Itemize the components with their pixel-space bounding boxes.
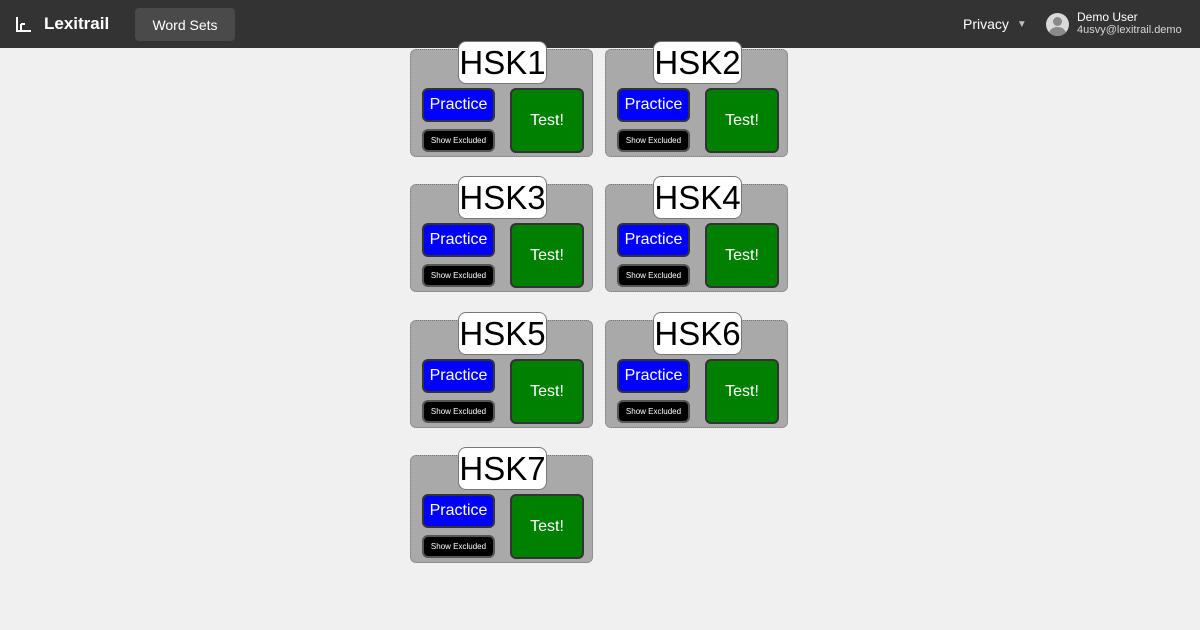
privacy-label: Privacy	[963, 16, 1009, 32]
practice-button[interactable]: Practice	[422, 494, 495, 528]
show-excluded-button[interactable]: Show Excluded	[422, 535, 495, 558]
word-set-card: HSK3 Practice Show Excluded Test!	[410, 176, 593, 292]
show-excluded-button[interactable]: Show Excluded	[422, 400, 495, 423]
top-navbar: Lexitrail Word Sets Privacy ▼ Demo User …	[0, 0, 1200, 48]
user-menu[interactable]: Demo User 4usvy@lexitrail.demo	[1046, 11, 1182, 37]
brand-logo[interactable]: Lexitrail	[16, 12, 109, 36]
brand-name: Lexitrail	[44, 14, 110, 33]
practice-button[interactable]: Practice	[422, 88, 495, 122]
practice-button[interactable]: Practice	[617, 359, 690, 393]
word-set-title: HSK3	[458, 176, 547, 219]
test-button[interactable]: Test!	[510, 359, 584, 424]
practice-button[interactable]: Practice	[422, 223, 495, 257]
word-set-card: HSK5 Practice Show Excluded Test!	[410, 312, 593, 428]
word-set-card: HSK2 Practice Show Excluded Test!	[605, 41, 788, 157]
show-excluded-button[interactable]: Show Excluded	[422, 264, 495, 287]
test-button[interactable]: Test!	[705, 88, 779, 153]
practice-button[interactable]: Practice	[422, 359, 495, 393]
user-email: 4usvy@lexitrail.demo	[1077, 24, 1182, 36]
word-set-title: HSK6	[653, 312, 742, 355]
user-name: Demo User	[1077, 10, 1138, 24]
word-set-title: HSK2	[653, 41, 742, 84]
test-button[interactable]: Test!	[705, 359, 779, 424]
privacy-menu[interactable]: Privacy ▼	[963, 15, 1027, 33]
caret-down-icon: ▼	[1016, 18, 1027, 30]
word-set-card: HSK4 Practice Show Excluded Test!	[605, 176, 788, 292]
test-button[interactable]: Test!	[510, 494, 584, 559]
word-set-title: HSK1	[458, 41, 547, 84]
logo-icon	[16, 17, 31, 32]
show-excluded-button[interactable]: Show Excluded	[617, 400, 690, 423]
practice-button[interactable]: Practice	[617, 88, 690, 122]
show-excluded-button[interactable]: Show Excluded	[422, 129, 495, 152]
word-set-title: HSK4	[653, 176, 742, 219]
avatar-icon	[1046, 12, 1069, 36]
word-set-card: HSK7 Practice Show Excluded Test!	[410, 447, 593, 563]
word-set-card: HSK6 Practice Show Excluded Test!	[605, 312, 788, 428]
show-excluded-button[interactable]: Show Excluded	[617, 264, 690, 287]
practice-button[interactable]: Practice	[617, 223, 690, 257]
word-sets-button[interactable]: Word Sets	[135, 8, 235, 41]
word-set-card: HSK1 Practice Show Excluded Test!	[410, 41, 593, 157]
word-set-title: HSK5	[458, 312, 547, 355]
show-excluded-button[interactable]: Show Excluded	[617, 129, 690, 152]
test-button[interactable]: Test!	[510, 223, 584, 288]
word-set-title: HSK7	[458, 447, 547, 490]
test-button[interactable]: Test!	[705, 223, 779, 288]
user-info: Demo User 4usvy@lexitrail.demo	[1077, 11, 1182, 37]
test-button[interactable]: Test!	[510, 88, 584, 153]
